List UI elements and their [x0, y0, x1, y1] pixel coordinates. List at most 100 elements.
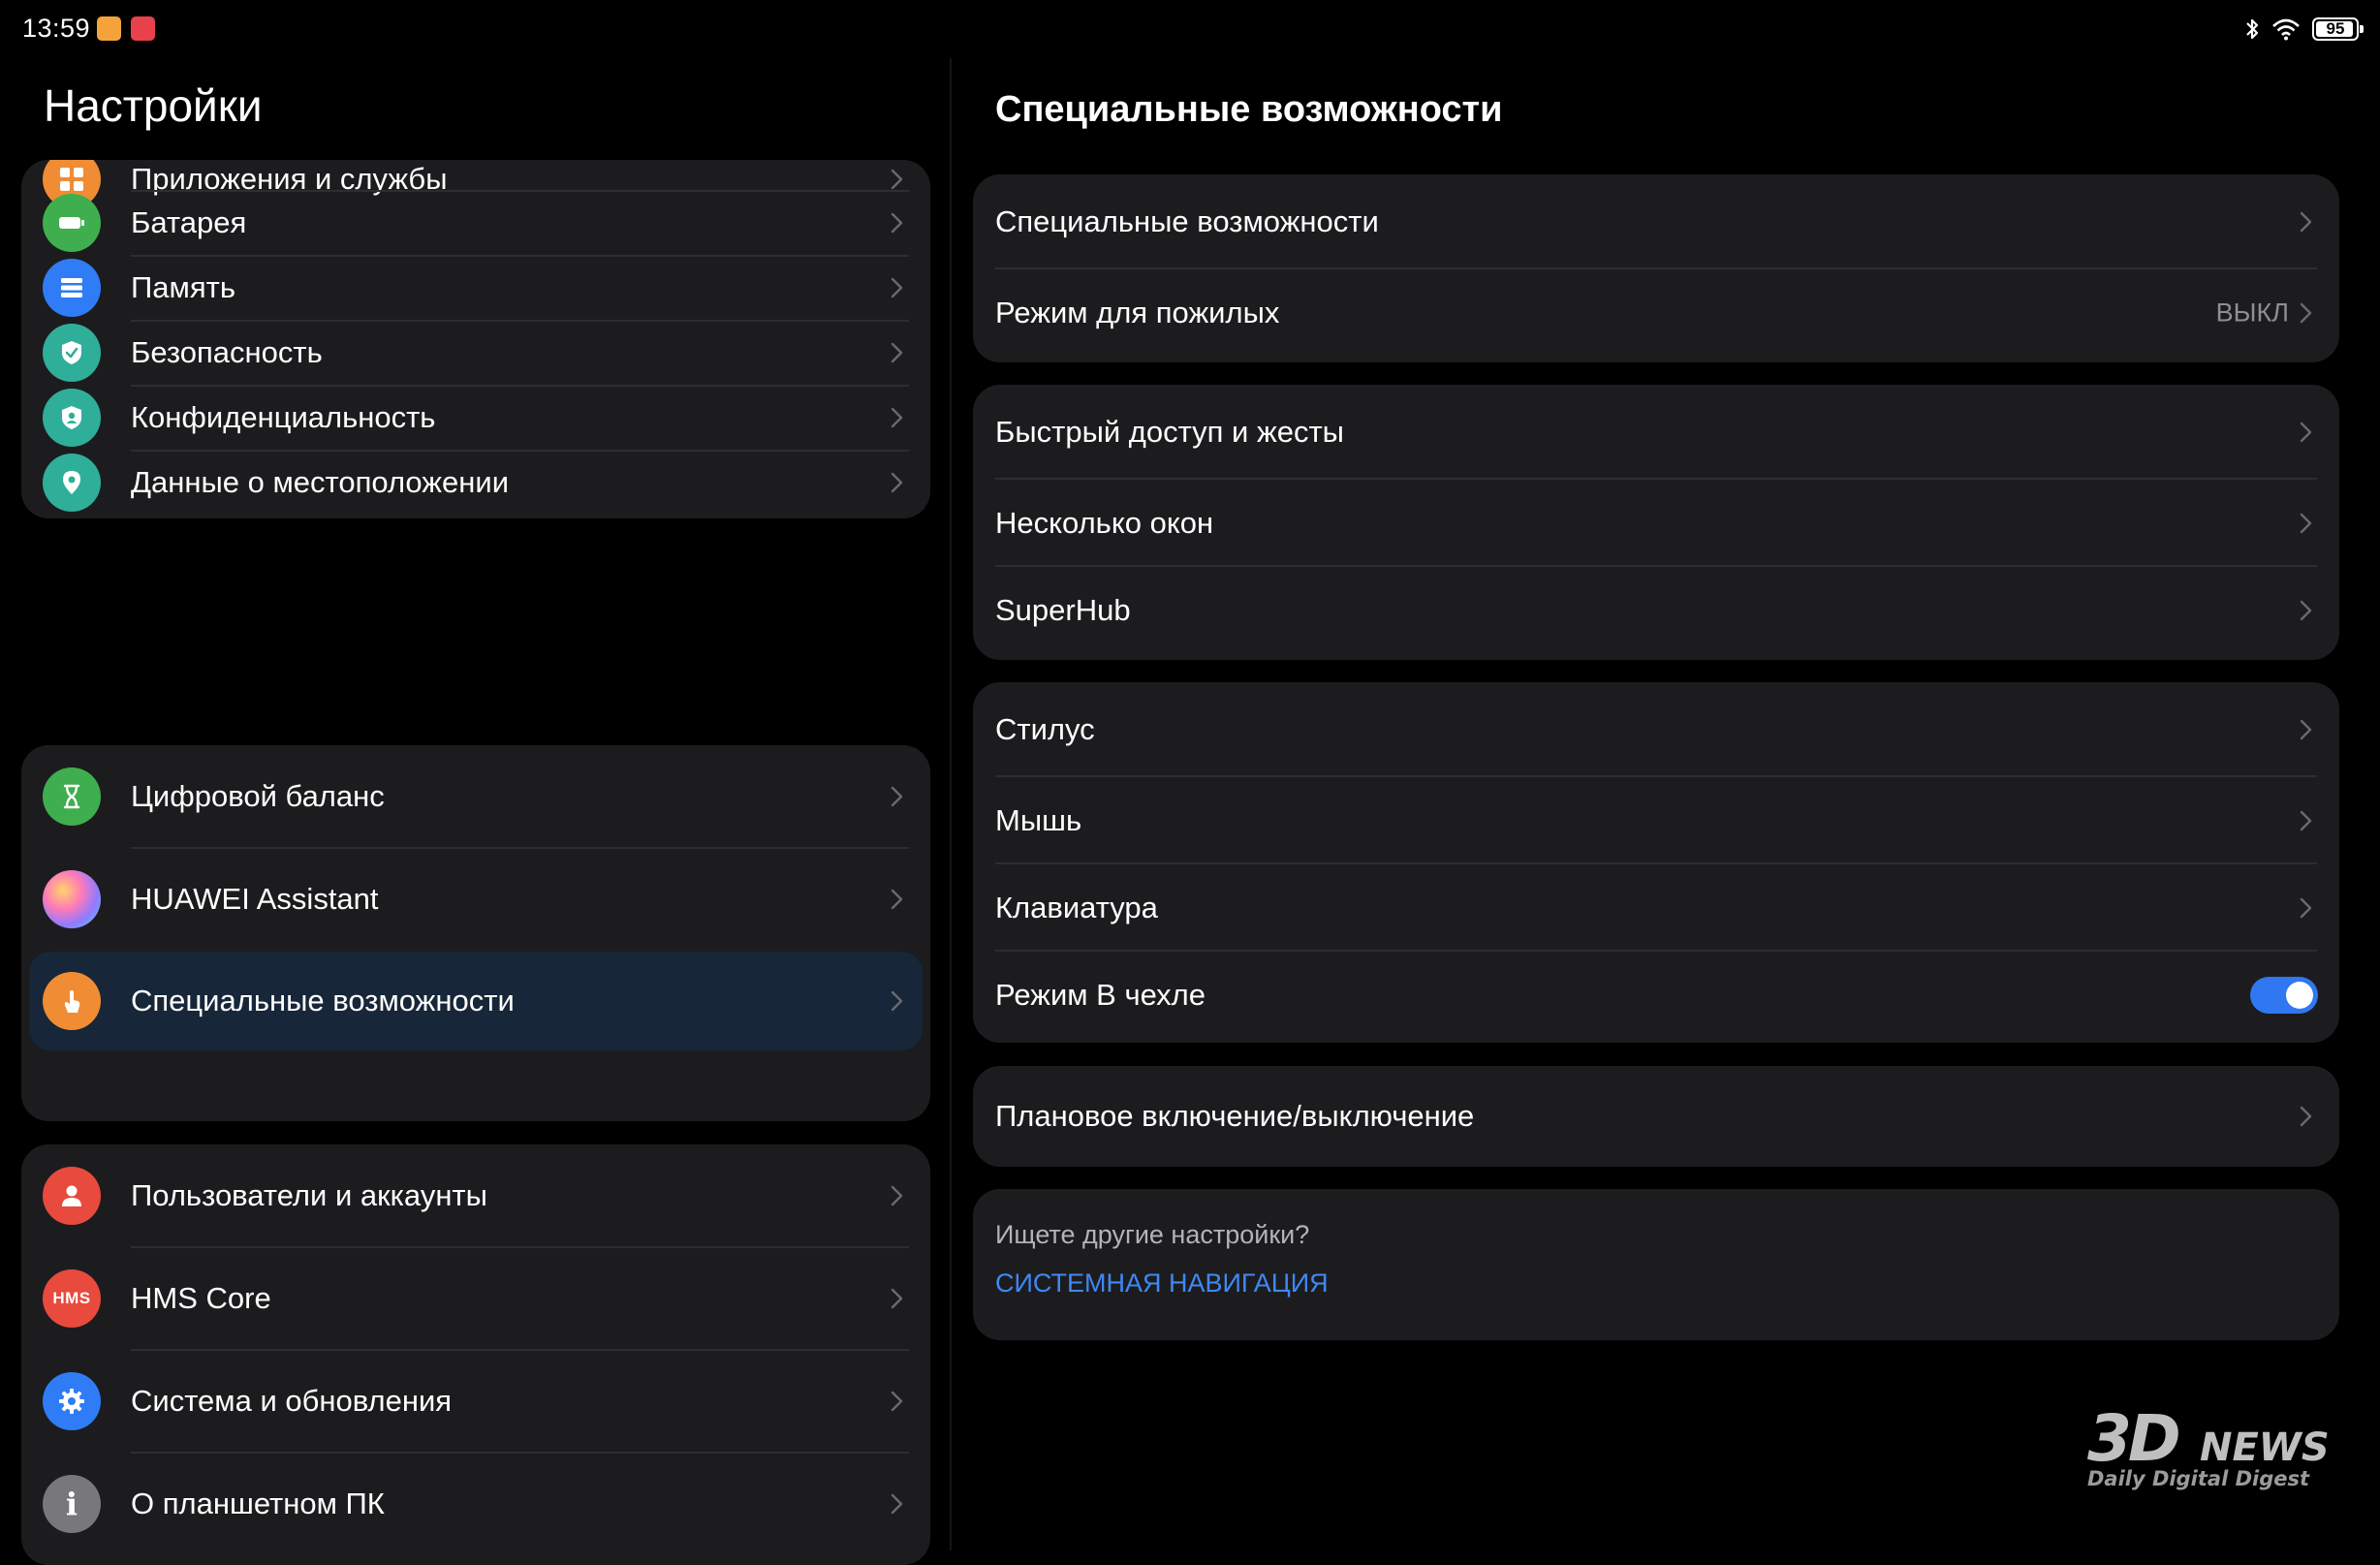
option-multi-window[interactable]: Несколько окон	[973, 480, 2339, 567]
assistant-orb-icon	[43, 869, 101, 928]
location-pin-icon	[43, 454, 101, 512]
settings-group-1: Приложения и службы Батарея Память Безоп…	[21, 160, 930, 518]
status-time: 13:59	[22, 14, 91, 43]
chevron-right-icon	[2295, 204, 2318, 239]
settings-item-accessibility[interactable]: Специальные возможности	[29, 952, 923, 1050]
settings-item-privacy[interactable]: Конфиденциальность	[21, 386, 930, 450]
accessibility-group-2: Быстрый доступ и жесты Несколько окон Su…	[973, 385, 2339, 660]
option-label: Плановое включение/выключение	[995, 1099, 1475, 1133]
chevron-right-icon	[2295, 415, 2318, 450]
settings-item-label: Данные о местоположении	[131, 465, 510, 499]
settings-item-storage[interactable]: Память	[21, 256, 930, 320]
option-label: Клавиатура	[995, 891, 1158, 924]
bluetooth-icon	[2244, 16, 2260, 42]
accessibility-group-3: Стилус Мышь Клавиатура Режим В чехле	[973, 682, 2339, 1043]
privacy-shield-icon	[43, 389, 101, 447]
page-title: Настройки	[44, 80, 263, 131]
wifi-icon	[2271, 17, 2301, 41]
settings-item-label: Безопасность	[131, 335, 323, 369]
settings-item-label: Конфиденциальность	[131, 400, 436, 434]
option-mouse[interactable]: Мышь	[973, 777, 2339, 864]
option-label: Несколько окон	[995, 506, 1214, 540]
chevron-right-icon	[886, 1178, 909, 1213]
settings-item-digital-balance[interactable]: Цифровой баланс	[21, 745, 930, 847]
toggle-knob	[2286, 982, 2313, 1009]
option-keyboard[interactable]: Клавиатура	[973, 864, 2339, 952]
option-label: Специальные возможности	[995, 204, 1379, 238]
user-icon	[43, 1166, 101, 1225]
settings-item-label: Батарея	[131, 205, 247, 239]
watermark-tagline: Daily Digital Digest	[2087, 1467, 2310, 1490]
option-shortcuts-gestures[interactable]: Быстрый доступ и жесты	[973, 389, 2339, 476]
detail-pane: Специальные возможности Специальные возм…	[952, 58, 2380, 1550]
detail-title: Специальные возможности	[995, 89, 1503, 130]
option-label: SuperHub	[995, 593, 1131, 627]
status-bar: 13:59 95	[0, 0, 2380, 58]
settings-item-label: Память	[131, 270, 235, 304]
settings-item-location[interactable]: Данные о местоположении	[21, 451, 930, 515]
chevron-right-icon	[886, 465, 909, 500]
option-elderly-mode[interactable]: Режим для пожилых ВЫКЛ	[973, 269, 2339, 357]
settings-item-label: Цифровой баланс	[131, 778, 385, 813]
settings-item-label: HUAWEI Assistant	[131, 881, 379, 916]
settings-group-3: Пользователи и аккаунты HMS HMS Core Сис…	[21, 1144, 930, 1565]
chevron-right-icon	[886, 1384, 909, 1419]
chevron-right-icon	[2295, 296, 2318, 330]
shield-check-icon	[43, 324, 101, 382]
settings-item-hms-core[interactable]: HMS HMS Core	[21, 1247, 930, 1349]
system-navigation-link[interactable]: СИСТЕМНАЯ НАВИГАЦИЯ	[995, 1268, 1329, 1299]
chevron-right-icon	[886, 984, 909, 1018]
settings-item-battery[interactable]: Батарея	[21, 191, 930, 255]
chevron-right-icon	[2295, 506, 2318, 541]
option-label: Режим для пожилых	[995, 296, 1280, 329]
option-stylus[interactable]: Стилус	[973, 686, 2339, 773]
accessibility-hand-icon	[43, 972, 101, 1030]
settings-item-label: Пользователи и аккаунты	[131, 1177, 487, 1212]
chevron-right-icon	[886, 882, 909, 917]
option-value: ВЫКЛ	[2215, 297, 2289, 328]
gear-icon	[43, 1371, 101, 1430]
settings-item-system[interactable]: Система и обновления	[21, 1350, 930, 1452]
accessibility-group-1: Специальные возможности Режим для пожилы…	[973, 174, 2339, 362]
chevron-right-icon	[886, 335, 909, 370]
settings-item-security[interactable]: Безопасность	[21, 321, 930, 385]
info-icon: i	[43, 1474, 101, 1533]
option-label: Стилус	[995, 712, 1095, 746]
hint-text: Ищете другие настройки?	[995, 1220, 1310, 1249]
settings-item-about-tablet[interactable]: i О планшетном ПК	[21, 1453, 930, 1554]
battery-icon	[43, 194, 101, 252]
looking-for-other-settings-card: Ищете другие настройки? СИСТЕМНАЯ НАВИГА…	[973, 1189, 2339, 1340]
chevron-right-icon	[2295, 891, 2318, 925]
settings-item-users[interactable]: Пользователи и аккаунты	[21, 1144, 930, 1246]
status-icons: 95	[2244, 16, 2364, 43]
battery-icon: 95	[2312, 17, 2364, 41]
accessibility-group-4: Плановое включение/выключение	[973, 1066, 2339, 1167]
option-accessibility[interactable]: Специальные возможности	[973, 178, 2339, 266]
option-cover-mode: Режим В чехле	[973, 952, 2339, 1039]
chevron-right-icon	[2295, 803, 2318, 838]
chevron-right-icon	[886, 205, 909, 240]
option-scheduled-power[interactable]: Плановое включение/выключение	[973, 1073, 2339, 1160]
cover-mode-toggle[interactable]	[2250, 977, 2318, 1014]
chevron-right-icon	[886, 400, 909, 435]
chevron-right-icon	[886, 1487, 909, 1521]
chevron-right-icon	[886, 779, 909, 814]
watermark-logo-news: NEWS	[2200, 1425, 2330, 1470]
watermark-logo-3d: 3D	[2087, 1401, 2181, 1476]
storage-icon	[43, 259, 101, 317]
notification-app-icon	[97, 16, 121, 41]
chevron-right-icon	[2295, 1099, 2318, 1134]
chevron-right-icon	[886, 1281, 909, 1316]
battery-level: 95	[2326, 19, 2345, 38]
3dnews-watermark: 3D NEWS Daily Digital Digest	[2087, 1407, 2339, 1494]
option-label: Быстрый доступ и жесты	[995, 415, 1344, 449]
option-superhub[interactable]: SuperHub	[973, 567, 2339, 654]
hourglass-icon	[43, 767, 101, 826]
hms-icon: HMS	[43, 1268, 101, 1328]
chevron-right-icon	[2295, 712, 2318, 747]
settings-item-huawei-assistant[interactable]: HUAWEI Assistant	[21, 848, 930, 950]
notification-app-icon	[131, 16, 155, 41]
chevron-right-icon	[886, 270, 909, 305]
option-label: Режим В чехле	[995, 978, 1206, 1012]
settings-item-label: Специальные возможности	[131, 984, 515, 1017]
